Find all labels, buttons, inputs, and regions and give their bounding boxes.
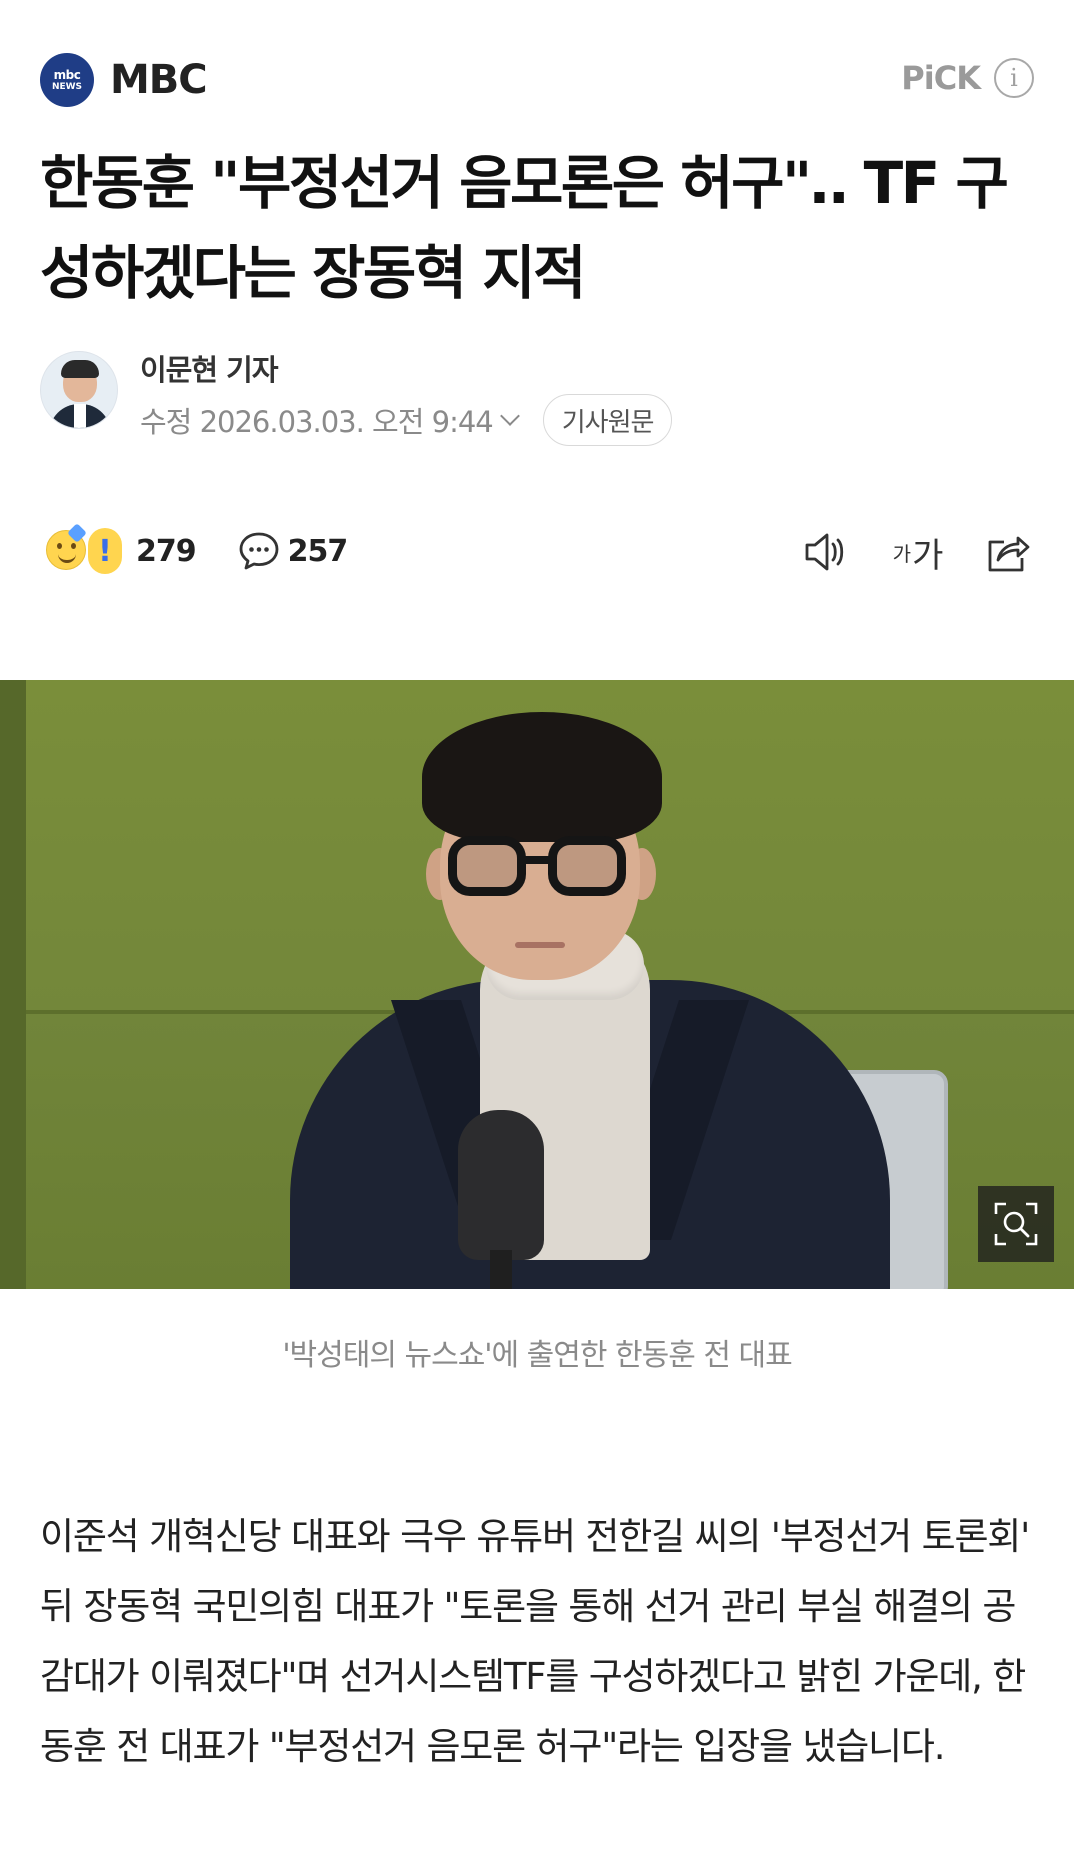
logo-text-line1: mbc xyxy=(53,67,81,82)
microphone-shape xyxy=(458,1110,544,1260)
microphone-stand-shape xyxy=(490,1250,512,1289)
speaker-icon-glyph xyxy=(805,533,844,571)
exclamation-emoji-icon: ! xyxy=(88,528,122,574)
pick-label: PiCK xyxy=(901,59,981,97)
wall-edge xyxy=(0,680,26,1289)
avatar-shirt-shape xyxy=(74,404,86,428)
logo-text-line2: NEWS xyxy=(51,81,83,92)
font-size-small-glyph: 가 xyxy=(892,541,912,566)
comment-count[interactable]: 257 xyxy=(288,534,349,569)
hair-shape xyxy=(422,712,662,842)
share-icon[interactable] xyxy=(982,526,1034,578)
mouth-shape xyxy=(515,942,565,948)
right-lens-shape xyxy=(548,836,626,896)
info-icon[interactable]: i xyxy=(994,58,1034,98)
reaction-count[interactable]: 279 xyxy=(136,534,197,569)
article-tools: 가가 xyxy=(800,526,1034,578)
pick-area: PiCK i xyxy=(901,58,1034,98)
speaker-icon[interactable] xyxy=(800,526,852,578)
chevron-down-icon[interactable] xyxy=(499,406,520,426)
share-icon-glyph xyxy=(988,536,1030,572)
zoom-search-glyph xyxy=(994,1202,1038,1246)
font-size-large-glyph: 가 xyxy=(912,535,944,576)
article-photo[interactable] xyxy=(0,680,1074,1289)
modified-date[interactable]: 수정 2026.03.03. 오전 9:44 xyxy=(140,399,494,441)
article-headline: 한동훈 "부정선거 음모론은 허구"‥ TF 구성하겠다는 장동혁 지적 xyxy=(40,149,1009,307)
photo-caption: '박성태의 뉴스쇼'에 출연한 한동훈 전 대표 xyxy=(282,1338,792,1373)
left-lens-shape xyxy=(448,836,526,896)
zoom-search-icon[interactable] xyxy=(978,1186,1054,1262)
reaction-bar: ! 279 257 xyxy=(44,523,349,576)
emoji-reaction-icon[interactable]: ! xyxy=(44,523,124,576)
font-size-icon[interactable]: 가가 xyxy=(888,526,948,578)
original-article-button[interactable]: 기사원문 xyxy=(542,394,673,446)
press-name[interactable]: MBC xyxy=(110,57,208,103)
press-header[interactable]: mbc NEWS MBC xyxy=(40,52,208,108)
reporter-name[interactable]: 이문현 기자 xyxy=(140,347,278,389)
article-meta: 수정 2026.03.03. 오전 9:44 기사원문 xyxy=(140,394,673,446)
mbc-news-logo[interactable]: mbc NEWS xyxy=(40,53,94,107)
speech-bubble-icon[interactable] xyxy=(238,531,280,571)
article-body: 이준석 개혁신당 대표와 극우 유튜버 전한길 씨의 '부정선거 토론회' 뒤 … xyxy=(40,1515,1030,1768)
reporter-avatar[interactable] xyxy=(40,351,118,429)
avatar-hair-shape xyxy=(61,360,99,378)
glasses-bridge-shape xyxy=(522,856,552,864)
